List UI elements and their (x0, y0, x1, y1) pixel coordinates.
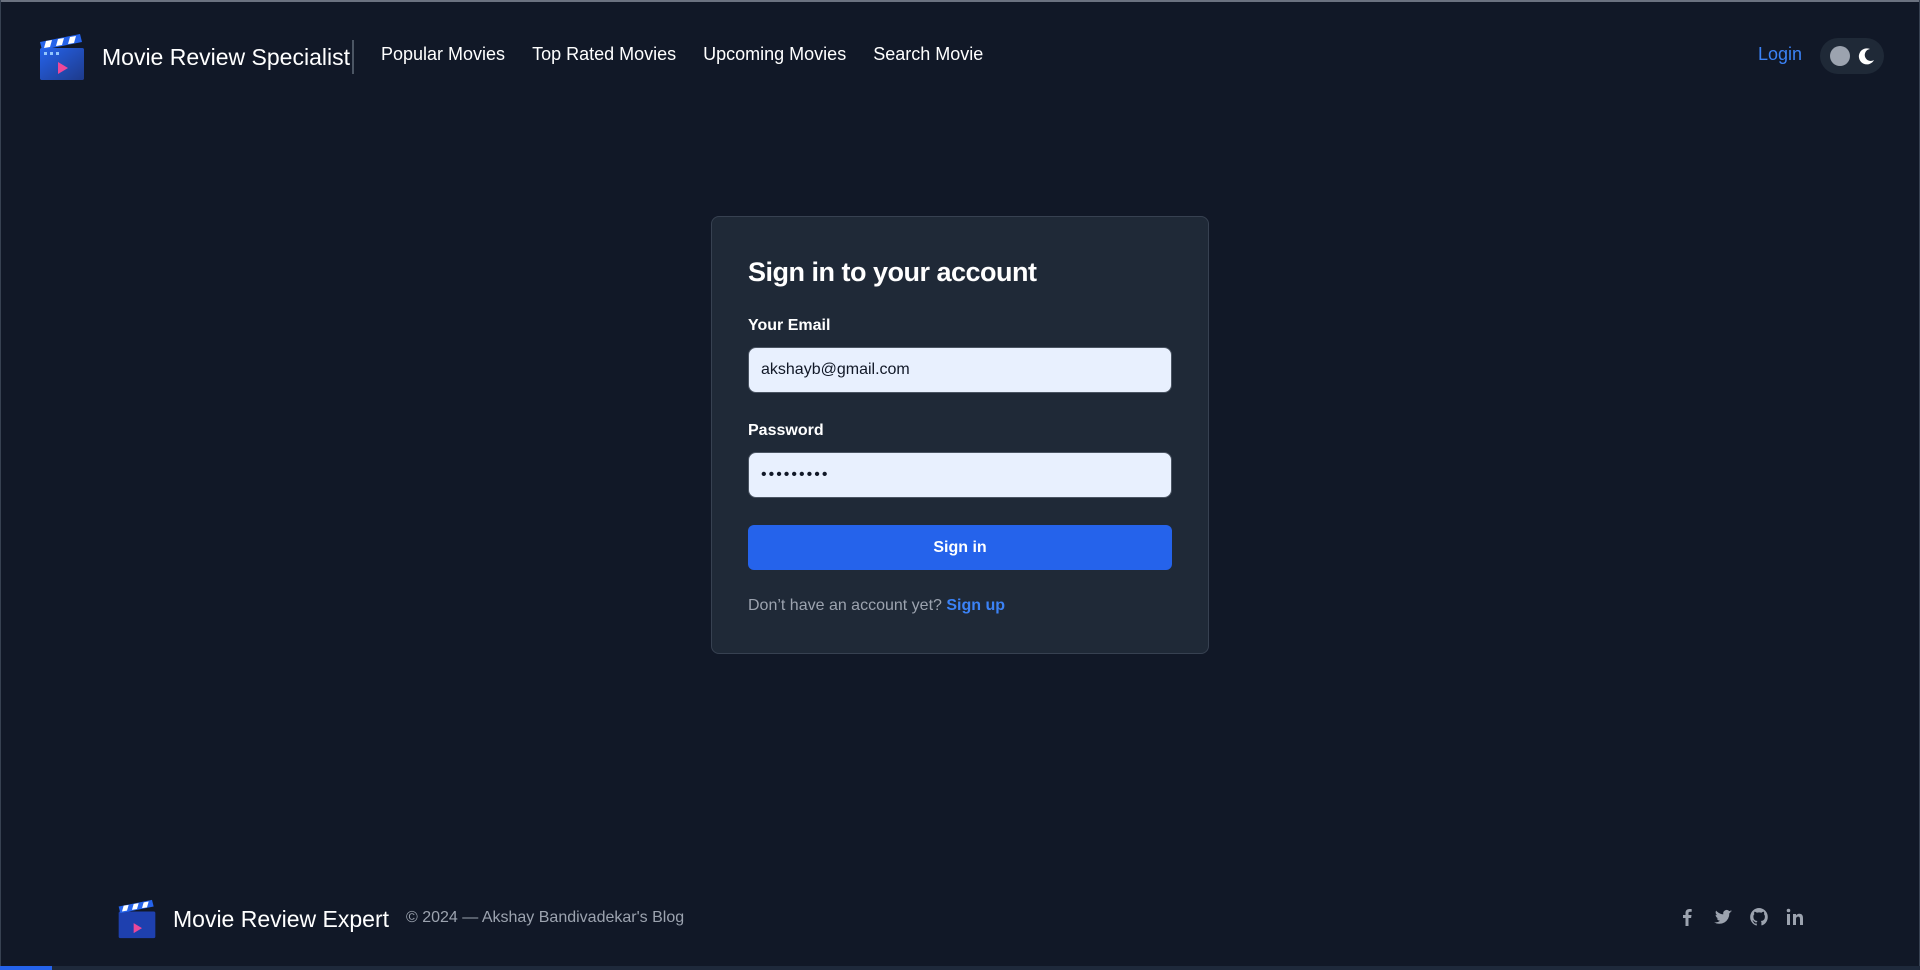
password-field[interactable] (748, 452, 1172, 498)
clapperboard-logo-icon (40, 34, 84, 80)
facebook-icon[interactable] (1676, 906, 1698, 928)
toggle-knob (1830, 46, 1850, 66)
main-nav: Popular Movies Top Rated Movies Upcoming… (381, 44, 983, 65)
nav-upcoming-movies[interactable]: Upcoming Movies (703, 44, 846, 65)
sign-in-card: Sign in to your account Your Email Passw… (711, 216, 1209, 654)
nav-search-movie[interactable]: Search Movie (873, 44, 983, 65)
twitter-icon[interactable] (1712, 906, 1734, 928)
taskbar-accent (0, 966, 52, 970)
sign-up-link[interactable]: Sign up (946, 597, 1005, 614)
signup-row: Don’t have an account yet? Sign up (748, 597, 1005, 615)
site-header: Movie Review Specialist Popular Movies T… (0, 2, 1920, 108)
brand-divider (352, 40, 354, 74)
password-label: Password (748, 422, 824, 439)
linkedin-icon[interactable] (1784, 906, 1806, 928)
theme-toggle[interactable] (1820, 38, 1884, 74)
brand-home-link[interactable]: Movie Review Specialist (38, 30, 350, 84)
signup-prompt: Don’t have an account yet? (748, 597, 942, 614)
email-label: Your Email (748, 317, 831, 334)
nav-top-rated-movies[interactable]: Top Rated Movies (532, 44, 676, 65)
window-left-border (0, 0, 1, 970)
email-field[interactable] (748, 347, 1172, 393)
window-bottom-strip (0, 966, 1920, 970)
site-footer: Movie Review Expert © 2024 — Akshay Band… (0, 880, 1920, 960)
footer-brand-title[interactable]: Movie Review Expert (173, 906, 389, 933)
login-link[interactable]: Login (1758, 44, 1802, 65)
footer-brand-link[interactable]: Movie Review Expert (117, 898, 389, 940)
social-links (1676, 906, 1806, 928)
copyright-text: © 2024 — Akshay Bandivadekar's Blog (406, 909, 685, 926)
clapperboard-logo-icon (118, 899, 156, 939)
page-title: Sign in to your account (748, 257, 1037, 287)
brand-title[interactable]: Movie Review Specialist (102, 44, 350, 71)
sign-in-button[interactable]: Sign in (748, 525, 1172, 570)
moon-icon (1858, 48, 1874, 65)
nav-popular-movies[interactable]: Popular Movies (381, 44, 505, 65)
github-icon[interactable] (1748, 906, 1770, 928)
